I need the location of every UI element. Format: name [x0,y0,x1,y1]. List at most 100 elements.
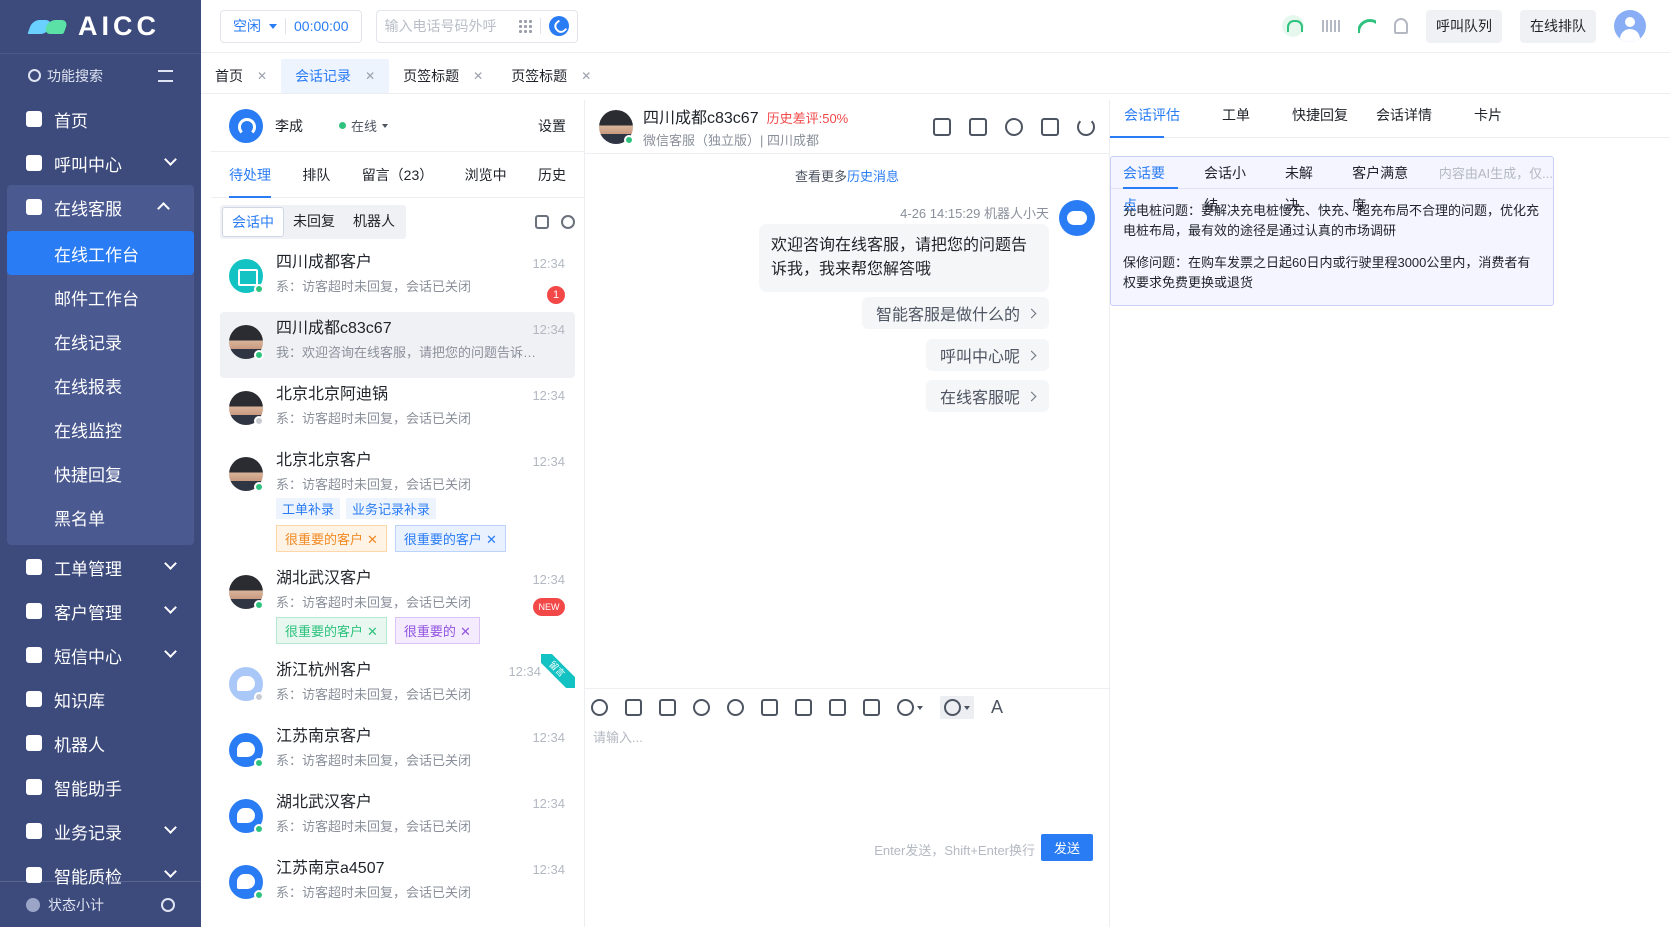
call-button[interactable] [548,16,569,36]
tab-title-2[interactable]: 页签标题 ✕ [497,59,605,93]
list-item[interactable]: 湖北武汉客户 系：访客超时未回复，会话已关闭 12:34 NEW 很重要的客户 ✕… [220,562,575,654]
history-messages-link[interactable]: 历史消息 [847,169,899,184]
tab-pending[interactable]: 待处理 [229,152,271,198]
list-item[interactable]: 浙江杭州客户 系：访客超时未回复，会话已关闭 12:34 留言 [220,654,575,720]
sidebar-item-customers[interactable]: 客户管理 [0,589,201,633]
close-icon[interactable]: ✕ [473,69,483,83]
list-item[interactable]: 北京北京客户 系：访客超时未回复，会话已关闭 12:34 工单补录 业务记录补录… [220,444,575,562]
quick-reply-option[interactable]: 在线客服呢 [925,380,1049,412]
tab-queue[interactable]: 排队 [302,152,330,198]
user-card-icon[interactable] [727,699,744,716]
sidebar-subitem-reports[interactable]: 在线报表 [7,363,194,407]
sidebar-item-online-service[interactable]: 在线客服 [7,185,194,229]
tab-quick-reply[interactable]: 快捷回复 [1278,100,1362,138]
emoji-icon[interactable] [591,699,608,716]
status-summary[interactable]: 状态小计 [0,881,201,927]
filter-in-session[interactable]: 会话中 [222,207,284,237]
quick-reply-option[interactable]: 呼叫中心呢 [925,339,1049,371]
tab-summary[interactable]: 会话小结 [1204,157,1259,213]
sidebar-item-robot[interactable]: 机器人 [0,721,201,765]
close-icon[interactable]: ✕ [367,532,378,547]
screenshot-hide-dropdown[interactable] [940,696,974,719]
sidebar-item-home[interactable]: 首页 [0,97,201,141]
list-item[interactable]: 江苏南京a4507 系：访客超时未回复，会话已关闭 12:34 [220,852,575,918]
record-supplement-link[interactable]: 业务记录补录 [346,498,437,519]
close-icon[interactable]: ✕ [367,624,378,639]
agent-status-select[interactable]: 空闲 00:00:00 [220,9,362,43]
bell-icon[interactable] [1394,18,1408,34]
tab-home[interactable]: 首页 ✕ [201,59,281,93]
message-input[interactable]: 请输入... [593,727,643,746]
list-item[interactable]: 北京北京阿迪锅 系：访客超时未回复，会话已关闭 12:34 [220,378,575,444]
filter-unreplied[interactable]: 未回复 [284,207,344,237]
sidebar-item-tickets[interactable]: 工单管理 [0,545,201,589]
tab-session-detail[interactable]: 会话详情 [1362,100,1446,138]
list-item[interactable]: 四川成都客户 系：访客超时未回复，会话已关闭 12:34 1 [220,246,575,312]
archive-icon[interactable] [535,215,549,229]
keypad-icon[interactable] [517,19,532,33]
filter-robot[interactable]: 机器人 [344,207,404,237]
close-icon[interactable]: ✕ [486,532,497,547]
last-message: 系：访客超时未回复，会话已关闭 [276,595,472,610]
tab-history[interactable]: 历史 [538,152,566,198]
list-item[interactable]: 四川成都c83c67 我：欢迎咨询在线客服，请把您的问题告诉我，我来帮您解答哦 … [220,312,575,378]
transfer-icon[interactable] [1041,117,1059,136]
sidebar-subitem-records[interactable]: 在线记录 [7,319,194,363]
tab-messages[interactable]: 留言（23） [362,152,434,198]
function-search[interactable]: 功能搜索 [0,53,201,97]
sidebar-subitem-mail[interactable]: 邮件工作台 [7,275,194,319]
user-avatar[interactable] [1614,10,1646,42]
tab-ticket[interactable]: 工单 [1194,100,1278,138]
tab-card[interactable]: 卡片 [1446,100,1530,138]
online-status-select[interactable]: 在线 [339,116,389,135]
tab-session-records[interactable]: 会话记录 ✕ [281,59,390,93]
sidebar-subitem-blacklist[interactable]: 黑名单 [7,495,194,539]
power-icon[interactable] [1077,117,1095,136]
screen-share-icon[interactable] [829,699,846,716]
ticket-supplement-link[interactable]: 工单补录 [276,498,341,519]
collapse-menu-icon[interactable] [158,69,173,82]
image-icon[interactable] [659,699,676,716]
tab-title-1[interactable]: 页签标题 ✕ [389,59,497,93]
sidebar-subitem-workbench[interactable]: 在线工作台 [7,231,194,275]
dial-input[interactable]: 输入电话号码外呼 [375,9,578,43]
heart-icon[interactable] [693,699,710,716]
video-icon[interactable] [795,699,812,716]
send-button[interactable]: 发送 [1041,834,1093,861]
list-item[interactable]: 湖北武汉客户 系：访客超时未回复，会话已关闭 12:34 [220,786,575,852]
sidebar-item-sms[interactable]: 短信中心 [0,633,201,677]
tag-label: 很重要的客户 [285,532,364,547]
tab-browsing[interactable]: 浏览中 [465,152,507,198]
font-icon[interactable]: A [991,697,1003,718]
tab-session-eval[interactable]: 会话评估 [1110,100,1194,138]
call-queue-button[interactable]: 呼叫队列 [1426,9,1502,43]
folder-icon[interactable] [625,699,642,716]
close-icon[interactable]: ✕ [460,624,471,639]
search-text-icon[interactable] [863,699,880,716]
screenshot-dropdown[interactable] [897,699,923,716]
close-icon[interactable]: ✕ [581,69,591,83]
theme-toggle-icon[interactable] [161,897,175,912]
close-icon[interactable]: ✕ [257,69,267,83]
tab-satisfaction[interactable]: 客户满意度 [1352,157,1421,213]
add-user-icon[interactable] [1005,117,1023,136]
headset-icon[interactable] [1282,15,1304,37]
robot-icon[interactable] [933,117,951,136]
sidebar-item-assistant[interactable]: 智能助手 [0,765,201,809]
sidebar-subitem-monitor[interactable]: 在线监控 [7,407,194,451]
online-queue-button[interactable]: 在线排队 [1520,9,1596,43]
sidebar-item-call-center[interactable]: 呼叫中心 [0,141,201,185]
sidebar-item-knowledge[interactable]: 知识库 [0,677,201,721]
gear-icon[interactable] [561,215,575,229]
settings-link[interactable]: 设置 [538,116,566,136]
unlock-icon[interactable] [969,117,987,136]
bag-icon[interactable] [761,699,778,716]
sidebar-item-business-records[interactable]: 业务记录 [0,809,201,853]
sidebar-subitem-quick-reply[interactable]: 快捷回复 [7,451,194,495]
audio-wave-icon[interactable] [1322,17,1340,35]
list-item[interactable]: 江苏南京客户 系：访客超时未回复，会话已关闭 12:34 [220,720,575,786]
quick-reply-option[interactable]: 智能客服是做什么的 [861,297,1049,329]
tab-key-points[interactable]: 会话要点 [1123,157,1178,213]
tab-unresolved[interactable]: 未解决 [1285,157,1326,213]
close-icon[interactable]: ✕ [365,69,375,83]
